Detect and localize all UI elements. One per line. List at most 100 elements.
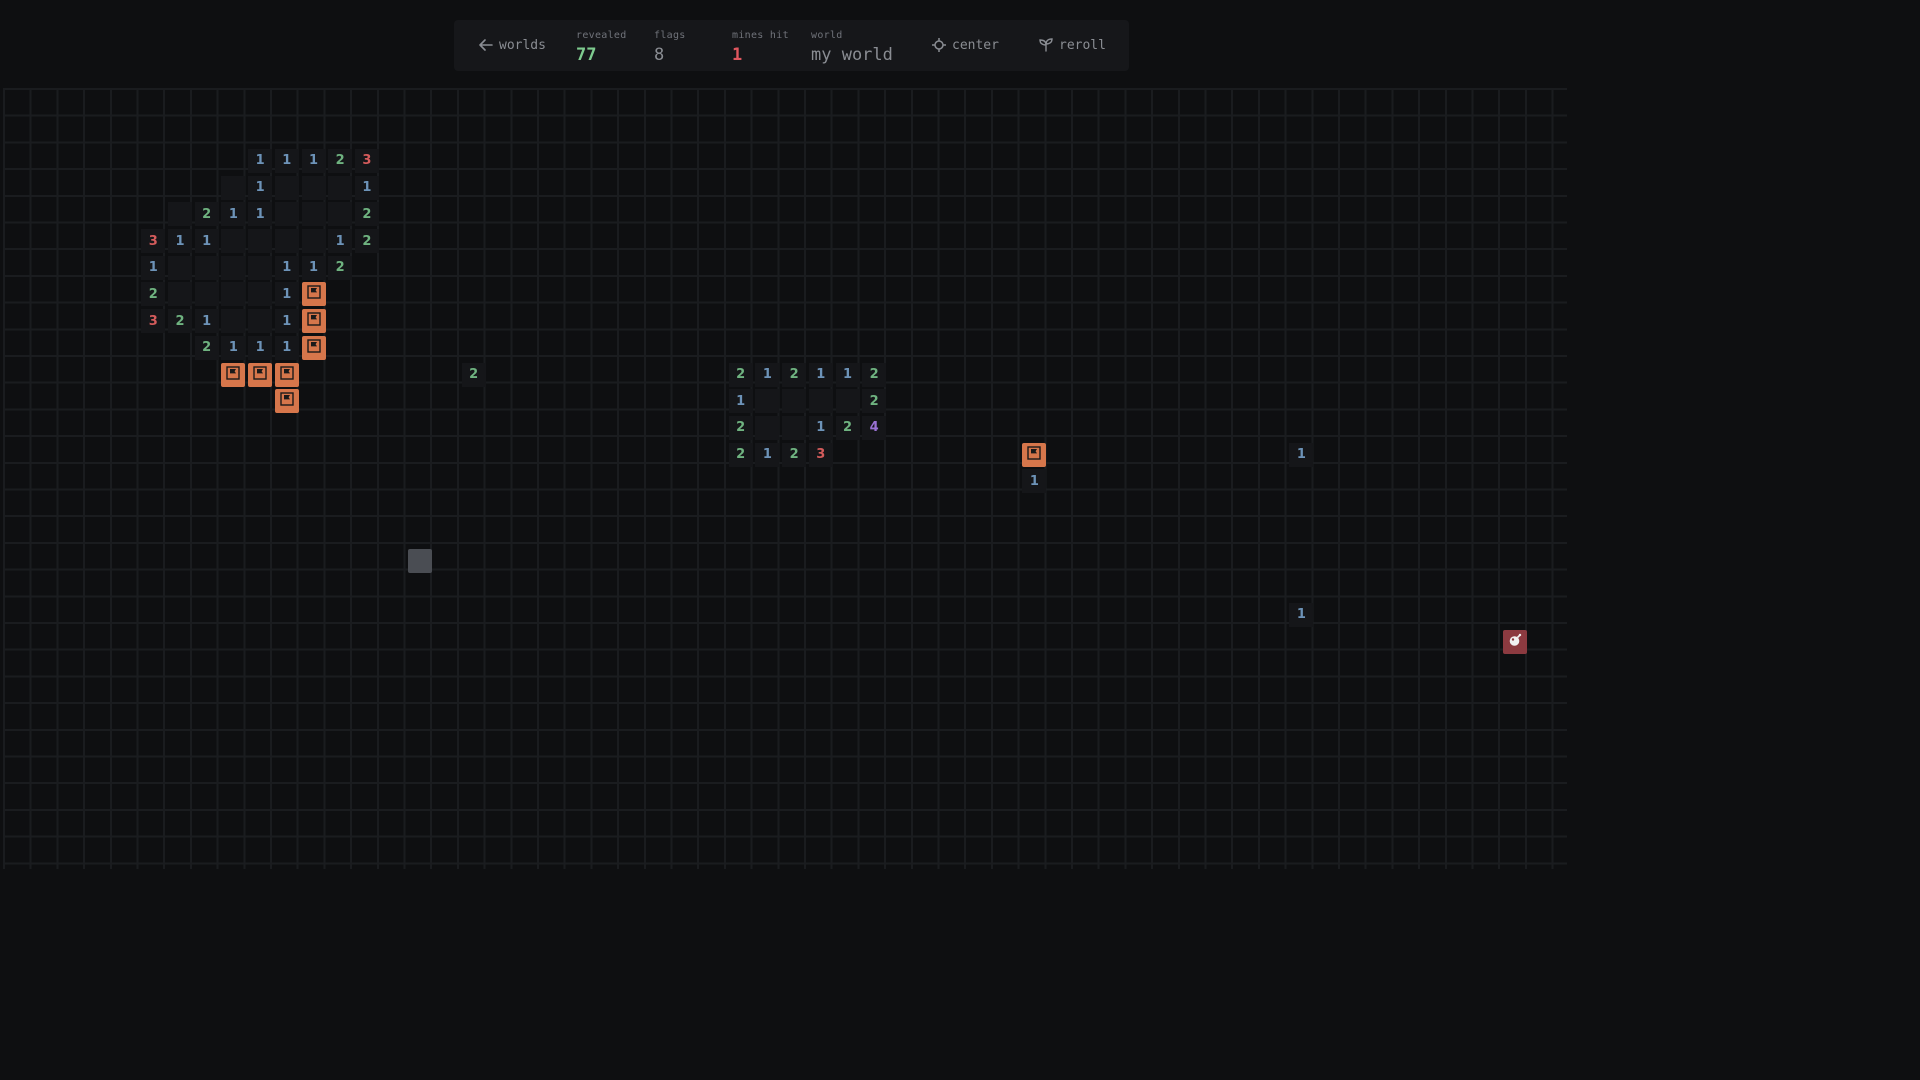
revealed-cell[interactable]: 1 [221,335,246,360]
revealed-cell[interactable]: 2 [862,362,887,387]
revealed-cell[interactable] [274,202,299,227]
revealed-cell[interactable] [328,202,353,227]
revealed-cell[interactable]: 1 [141,255,166,280]
revealed-cell[interactable]: 1 [755,362,780,387]
reroll-button[interactable]: reroll [1039,34,1106,56]
revealed-cell[interactable]: 1 [274,335,299,360]
revealed-cell[interactable]: 1 [835,362,860,387]
center-button[interactable]: center [932,34,999,56]
revealed-cell[interactable] [301,229,326,253]
revealed-cell[interactable] [835,389,860,414]
revealed-cell[interactable] [168,202,192,227]
revealed-cell[interactable] [221,255,246,280]
revealed-cell[interactable]: 2 [728,362,753,387]
revealed-cell[interactable]: 1 [301,148,326,173]
revealed-cell[interactable]: 2 [328,148,353,173]
revealed-cell[interactable]: 1 [274,148,299,173]
cell-number: 2 [869,367,879,382]
flag-cell[interactable] [1022,442,1047,467]
revealed-cell[interactable]: 3 [354,148,379,173]
flag-cell[interactable] [248,362,273,387]
revealed-cell[interactable] [221,309,246,334]
revealed-cell[interactable]: 1 [728,389,753,414]
mine-cell[interactable] [1503,629,1527,654]
revealed-cell[interactable]: 1 [248,335,273,360]
flag-cell[interactable] [301,309,326,334]
revealed-cell[interactable]: 3 [808,442,833,467]
revealed-cell[interactable]: 1 [354,175,379,200]
revealed-cell[interactable] [274,175,299,200]
revealed-cell[interactable] [755,415,780,440]
revealed-cell[interactable] [168,255,192,280]
revealed-cell[interactable]: 2 [194,202,219,227]
revealed-cell[interactable] [248,229,273,253]
revealed-cell[interactable]: 1 [274,255,299,280]
revealed-cell[interactable]: 1 [274,309,299,334]
flag-icon [280,365,294,384]
revealed-cell[interactable]: 1 [248,148,273,173]
revealed-cell[interactable]: 1 [328,229,353,253]
cursor-cell[interactable] [408,549,433,574]
revealed-cell[interactable]: 3 [141,309,166,334]
cell-number: 2 [175,313,185,329]
revealed-cell[interactable] [328,175,353,200]
revealed-cell[interactable]: 1 [194,309,219,334]
revealed-cell[interactable]: 1 [755,442,780,467]
revealed-cell[interactable]: 3 [141,229,166,253]
revealed-cell[interactable]: 2 [354,229,379,253]
revealed-cell[interactable]: 2 [194,335,219,360]
flag-cell[interactable] [274,362,299,387]
flag-cell[interactable] [301,282,326,307]
revealed-cell[interactable]: 1 [1022,469,1047,494]
cell-number: 1 [842,367,853,382]
revealed-cell[interactable] [301,175,326,200]
cell-number: 2 [869,393,879,409]
revealed-cell[interactable]: 2 [835,415,860,440]
revealed-cell[interactable]: 2 [461,362,486,387]
revealed-cell[interactable]: 1 [1289,602,1314,627]
revealed-cell[interactable] [782,389,807,414]
revealed-cell[interactable] [755,389,780,414]
revealed-cell[interactable]: 2 [862,389,887,414]
revealed-cell[interactable]: 1 [808,362,833,387]
revealed-cell[interactable] [274,229,299,253]
revealed-cell[interactable]: 1 [221,202,246,227]
revealed-cell[interactable] [194,282,219,307]
revealed-cell[interactable]: 1 [248,175,273,200]
revealed-cell[interactable]: 4 [862,415,887,440]
revealed-cell[interactable]: 2 [354,202,379,227]
revealed-cell[interactable]: 1 [248,202,273,227]
revealed-cell[interactable]: 1 [168,229,192,253]
revealed-cell[interactable] [168,282,192,307]
revealed-cell[interactable] [221,175,246,200]
revealed-cell[interactable] [248,282,273,307]
game-board[interactable]: 1112311211231112111221321121112212112122… [3,88,1567,869]
revealed-cell[interactable]: 2 [328,255,353,280]
worlds-button[interactable]: worlds [479,34,546,56]
revealed-cell[interactable] [808,389,833,414]
cell-number: 4 [869,420,879,436]
revealed-cell[interactable] [301,202,326,227]
revealed-cell[interactable]: 1 [808,415,833,440]
cell-number: 2 [335,260,345,276]
revealed-cell[interactable]: 1 [274,282,299,307]
revealed-cell[interactable] [248,309,273,334]
revealed-cell[interactable]: 2 [141,282,166,307]
revealed-cell[interactable]: 2 [782,362,807,387]
flag-cell[interactable] [274,389,299,414]
revealed-cell[interactable]: 2 [728,415,753,440]
revealed-cell[interactable] [221,282,246,307]
revealed-cell[interactable]: 2 [782,442,807,467]
revealed-cell[interactable]: 2 [728,442,753,467]
flag-cell[interactable] [301,335,326,360]
revealed-cell[interactable] [782,415,807,440]
revealed-cell[interactable]: 1 [1289,442,1314,467]
revealed-cell[interactable]: 1 [194,229,219,253]
flag-cell[interactable] [221,362,246,387]
revealed-cell[interactable] [194,255,219,280]
cell-number: 2 [362,206,372,222]
revealed-cell[interactable] [248,255,273,280]
revealed-cell[interactable]: 2 [168,309,192,334]
revealed-cell[interactable] [221,229,246,253]
revealed-cell[interactable]: 1 [301,255,326,280]
